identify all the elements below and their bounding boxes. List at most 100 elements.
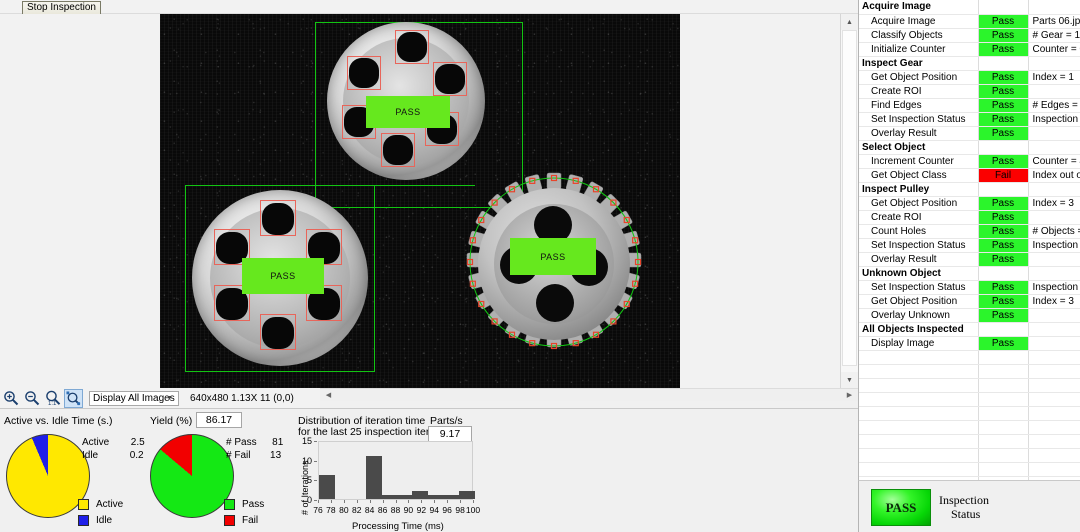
table-row[interactable]: Overlay Result Pass xyxy=(859,252,1080,267)
hole-roi xyxy=(260,314,296,350)
zoom-out-icon[interactable] xyxy=(22,389,41,408)
status-badge xyxy=(978,182,1029,197)
overlay-pass-gear-sprocket: PASS xyxy=(510,238,596,275)
histogram-bar xyxy=(443,495,460,499)
inspection-status-panel: PASS Inspection Status xyxy=(858,480,1080,532)
scroll-left-icon[interactable]: ◀ xyxy=(322,389,335,401)
status-badge: Pass xyxy=(978,294,1029,309)
result-step-name: All Objects Inspected xyxy=(859,322,979,337)
status-badge xyxy=(978,462,1029,477)
table-row[interactable] xyxy=(859,350,1080,365)
status-caption-line1: Inspection xyxy=(939,493,989,507)
result-step-name: Get Object Position xyxy=(859,294,979,309)
result-value xyxy=(1028,406,1080,421)
table-row[interactable]: Classify Objects Pass # Gear = 1 xyxy=(859,28,1080,43)
result-step-name: Count Holes xyxy=(859,224,979,239)
table-row[interactable]: Overlay Unknown Pass xyxy=(859,308,1080,323)
table-row[interactable]: Find EdgesPass# Edges = 24 xyxy=(859,98,1080,113)
table-row[interactable]: Acquire ImagePassParts 06.jpg xyxy=(859,14,1080,29)
table-row[interactable]: Overlay Result Pass xyxy=(859,126,1080,141)
status-badge: Pass xyxy=(978,70,1029,85)
status-badge: Pass xyxy=(978,98,1029,113)
scroll-down-icon[interactable]: ▼ xyxy=(841,372,858,388)
hole-roi xyxy=(395,30,429,64)
table-row[interactable]: Get Object Position Pass Index = 3 xyxy=(859,294,1080,309)
table-row[interactable]: Create ROI Pass xyxy=(859,84,1080,99)
scroll-up-icon[interactable]: ▲ xyxy=(841,14,858,30)
histogram-bar xyxy=(365,455,382,499)
vertical-scroll-thumb[interactable] xyxy=(842,30,857,366)
idle-time-row: Idle 0.2 xyxy=(82,450,144,461)
active-time-label: Active xyxy=(82,437,110,448)
image-canvas[interactable]: PASS PASS PASS xyxy=(0,14,840,388)
table-row[interactable]: Set Inspection StatusPassInspection Stat… xyxy=(859,238,1080,253)
table-row[interactable]: Create ROI Pass xyxy=(859,210,1080,225)
table-row[interactable]: Get Object Position Pass Index = 1 xyxy=(859,70,1080,85)
result-value xyxy=(1028,322,1080,337)
result-step-name: Inspect Pulley xyxy=(859,182,979,197)
inspection-results-panel[interactable]: Acquire Image Acquire Image Pass Parts 06.j… xyxy=(858,0,1080,480)
table-row[interactable]: Get Object Position Pass Index = 3 xyxy=(859,196,1080,211)
result-value xyxy=(1028,266,1080,281)
status-badge: Pass xyxy=(978,252,1029,267)
result-value xyxy=(1028,462,1080,477)
result-value: Inspection Status = xyxy=(1028,280,1080,295)
result-value xyxy=(1028,0,1080,15)
histogram-y-axis-label: # of Iterations xyxy=(300,460,310,515)
legend-label-idle: Idle xyxy=(96,515,113,526)
table-row[interactable] xyxy=(859,420,1080,435)
result-value: Index = 1 xyxy=(1028,70,1080,85)
result-step-name: Set Inspection Status xyxy=(859,280,979,295)
table-row[interactable]: Set Inspection StatusPassInspection Stat… xyxy=(859,112,1080,127)
result-step-name: Set Inspection Status xyxy=(859,112,979,127)
table-row[interactable] xyxy=(859,378,1080,393)
result-value xyxy=(1028,182,1080,197)
table-row[interactable]: Increment Counter Pass Counter = 4 xyxy=(859,154,1080,169)
status-badge xyxy=(978,448,1029,463)
table-row[interactable]: Acquire Image xyxy=(859,0,1080,15)
table-row[interactable]: Display Image Pass xyxy=(859,336,1080,351)
scroll-right-icon[interactable]: ▶ xyxy=(843,389,856,401)
result-value xyxy=(1028,448,1080,463)
histogram-x-tick-mark xyxy=(330,500,332,503)
table-row[interactable]: Count HolesPass# Objects = 6 xyxy=(859,224,1080,239)
table-row[interactable]: Get Object ClassFailIndex out of range xyxy=(859,168,1080,183)
viewer-horizontal-scrollbar[interactable]: ◀ ▶ xyxy=(320,388,858,401)
table-row[interactable]: Select Object xyxy=(859,140,1080,155)
table-row[interactable] xyxy=(859,462,1080,477)
result-step-name: Initialize Counter xyxy=(859,42,979,57)
fail-count-label: # Fail xyxy=(226,450,251,461)
histogram-y-tick-mark xyxy=(314,480,317,482)
overlay-pass-gear-top: PASS xyxy=(366,96,450,128)
table-row[interactable]: Unknown Object xyxy=(859,266,1080,281)
table-row[interactable] xyxy=(859,392,1080,407)
zoom-in-icon[interactable] xyxy=(1,389,20,408)
histogram-y-tick-mark xyxy=(314,460,317,462)
active-idle-title: Active vs. Idle Time (s.) xyxy=(4,415,113,427)
legend-swatch-fail xyxy=(224,515,235,526)
result-step-name xyxy=(859,378,979,393)
table-row[interactable]: Set Inspection StatusPassInspection Stat… xyxy=(859,280,1080,295)
status-badge xyxy=(978,322,1029,337)
table-row[interactable]: Inspect Gear xyxy=(859,56,1080,71)
table-row[interactable]: Initialize Counter Pass Counter = 0 xyxy=(859,42,1080,57)
zoom-actual-size-icon[interactable]: 1:1 xyxy=(43,389,62,408)
result-step-name: Display Image xyxy=(859,336,979,351)
table-row[interactable]: Inspect Pulley xyxy=(859,182,1080,197)
status-badge xyxy=(978,420,1029,435)
table-row[interactable]: All Objects Inspected xyxy=(859,322,1080,337)
table-row[interactable] xyxy=(859,434,1080,449)
table-row[interactable] xyxy=(859,406,1080,421)
status-badge xyxy=(978,406,1029,421)
viewer-vertical-scrollbar[interactable]: ▲ ▼ xyxy=(840,14,858,388)
display-mode-select[interactable]: Display All Images ▼ xyxy=(89,390,179,406)
table-row[interactable] xyxy=(859,364,1080,379)
chevron-down-icon[interactable]: ▼ xyxy=(163,392,176,405)
zoom-to-region-icon[interactable] xyxy=(64,388,83,408)
table-row[interactable] xyxy=(859,448,1080,463)
result-value xyxy=(1028,378,1080,393)
result-value xyxy=(1028,308,1080,323)
result-step-name: Get Object Position xyxy=(859,196,979,211)
result-step-name: Create ROI xyxy=(859,84,979,99)
histogram-x-tick-mark xyxy=(408,500,410,503)
